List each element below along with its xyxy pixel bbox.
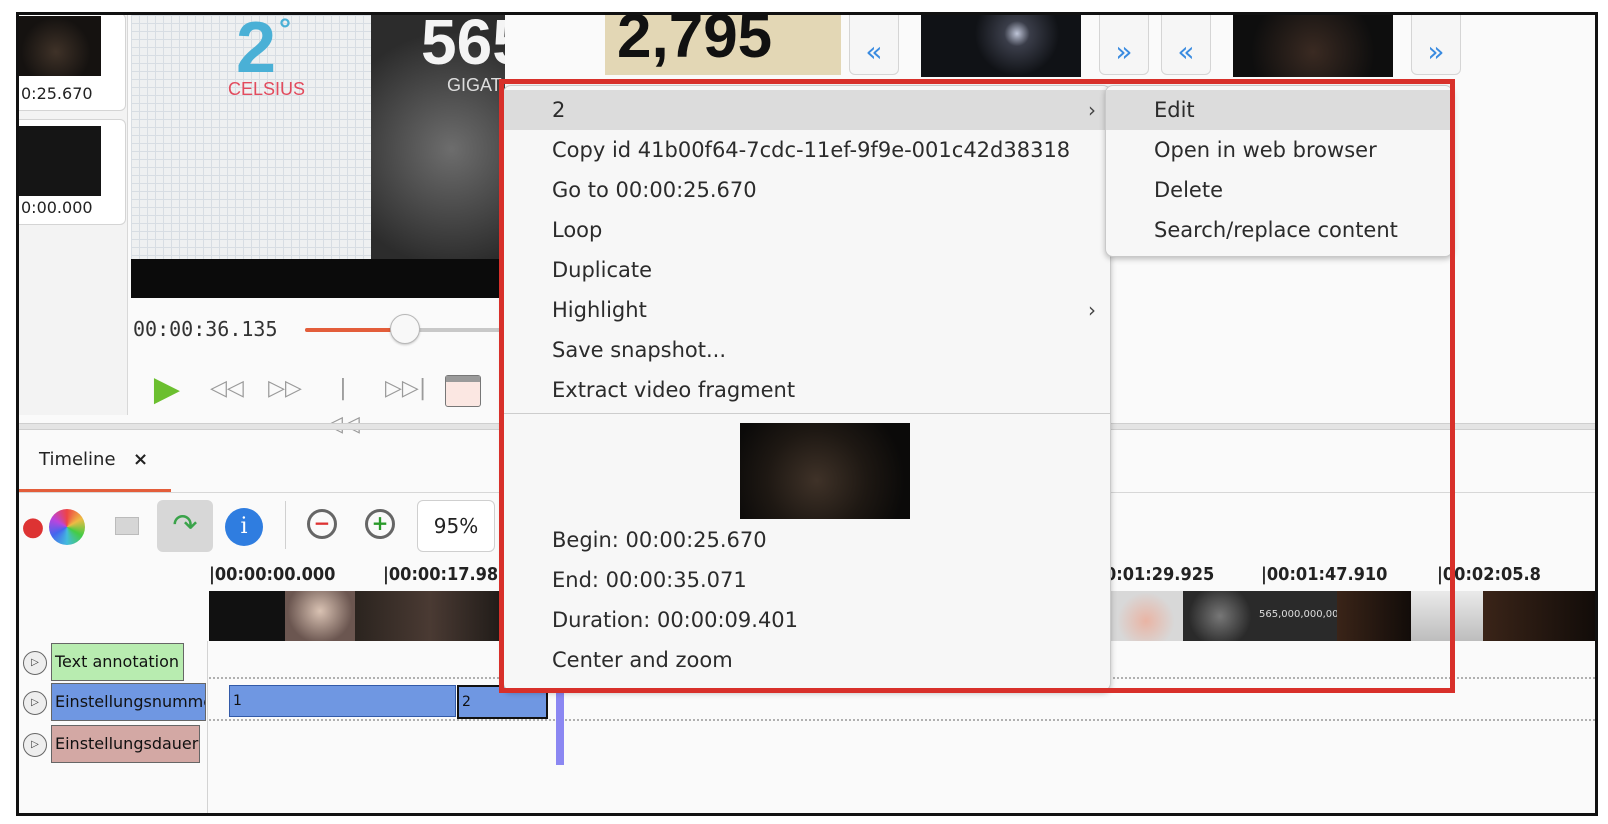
frame-thumbnail[interactable] [1233, 15, 1393, 77]
play-circle-icon: ▷ [31, 739, 39, 750]
app-window: 0:25.670 0:00.000 2 ° CELSIUS 565 GIGAT … [16, 12, 1598, 816]
color-wheel-icon [49, 509, 85, 545]
color-wheel-button[interactable] [45, 505, 89, 549]
track-header-separator [207, 641, 208, 813]
zoom-in-button[interactable]: + [365, 509, 395, 539]
gigatons-value: 565 [421, 15, 505, 78]
previous-button[interactable]: |◁◁ [325, 371, 361, 437]
play-button[interactable]: ▶ [149, 371, 185, 407]
forward-button[interactable]: ▷▷ [267, 371, 303, 407]
chevron-left-icon: « [865, 35, 883, 68]
video-frame[interactable]: 2 ° CELSIUS 565 GIGAT [131, 15, 505, 298]
track-label-text-annotation[interactable]: Text annotation [51, 643, 184, 681]
zoom-level-field[interactable]: 95% [417, 500, 495, 552]
skip-forward-icon: ▷▷| [385, 376, 427, 401]
chevron-right-icon: » [1115, 35, 1133, 68]
redo-arrow-icon: ↷ [172, 508, 198, 543]
playhead[interactable] [556, 685, 564, 765]
celsius-degree: ° [279, 15, 291, 46]
fast-forward-icon: ▷▷ [268, 376, 302, 401]
prev-frame-button[interactable]: « [849, 15, 899, 75]
ruler-label: |00:00:17.98 [383, 564, 499, 585]
prev-frame-button[interactable]: « [1161, 15, 1211, 75]
annotation-segment[interactable]: 1 [229, 685, 456, 717]
tab-timeline[interactable]: Timeline [39, 449, 116, 470]
annotation-card[interactable]: 0:25.670 [19, 15, 126, 111]
annotation-list: 0:25.670 0:00.000 [19, 15, 128, 415]
toolbar-separator [285, 501, 286, 549]
gigatons-label: GIGAT [447, 75, 502, 95]
annotation-card[interactable]: 0:00.000 [19, 119, 126, 225]
position-slider-handle[interactable] [390, 314, 420, 344]
annotation-thumbnail [19, 16, 101, 76]
loop-toggle-button[interactable]: ↷ [157, 500, 213, 552]
video-panel-gigatons: 565 GIGAT [371, 15, 505, 259]
chevron-right-icon: » [1427, 35, 1445, 68]
highlight-box [499, 79, 1455, 693]
track-divider [209, 719, 1595, 721]
video-panel-celsius: 2 ° CELSIUS [131, 15, 371, 259]
zoom-in-icon: + [371, 511, 389, 535]
annotation-time: 0:25.670 [21, 84, 93, 103]
play-circle-icon: ▷ [31, 697, 39, 708]
video-letterbox [131, 259, 505, 298]
play-circle-icon: ▷ [31, 657, 39, 668]
ruler-label: |00:00:00.000 [209, 564, 336, 585]
zoom-out-button[interactable]: − [307, 509, 337, 539]
chevron-left-icon: « [1177, 35, 1195, 68]
zoom-out-icon: − [313, 511, 331, 535]
play-icon: ▶ [153, 369, 181, 409]
rewind-icon: ◁◁ [210, 376, 244, 401]
track-play-toggle[interactable]: ▷ [23, 691, 47, 715]
annotation-thumbnail [19, 126, 101, 196]
next-frame-button[interactable]: » [1411, 15, 1461, 75]
number-2795: 2,795 [617, 15, 773, 71]
track-label-einstellungsdauer[interactable]: Einstellungsdauer [51, 725, 200, 763]
next-frame-button[interactable]: » [1099, 15, 1149, 75]
fullscreen-button[interactable] [445, 375, 481, 407]
info-button[interactable]: i [225, 508, 263, 546]
celsius-value: 2 [236, 15, 277, 88]
video-panel-2795: 2,795 [605, 15, 841, 75]
track-label-einstellungsnummer[interactable]: Einstellungsnumme [51, 683, 206, 721]
celsius-label: CELSIUS [228, 79, 306, 99]
annotation-time: 0:00.000 [21, 198, 93, 217]
track-play-toggle[interactable]: ▷ [23, 651, 47, 675]
next-button[interactable]: ▷▷| [385, 371, 426, 407]
fullscreen-icon [446, 376, 480, 382]
rectangle-icon [115, 517, 139, 535]
tab-close-button[interactable]: × [133, 449, 148, 470]
info-icon: i [240, 514, 248, 539]
rectangle-button[interactable] [105, 505, 149, 549]
frame-thumbnail[interactable] [921, 15, 1081, 77]
current-timecode: 00:00:36.135 [133, 317, 278, 341]
track-play-toggle[interactable]: ▷ [23, 733, 47, 757]
rewind-button[interactable]: ◁◁ [209, 371, 245, 407]
